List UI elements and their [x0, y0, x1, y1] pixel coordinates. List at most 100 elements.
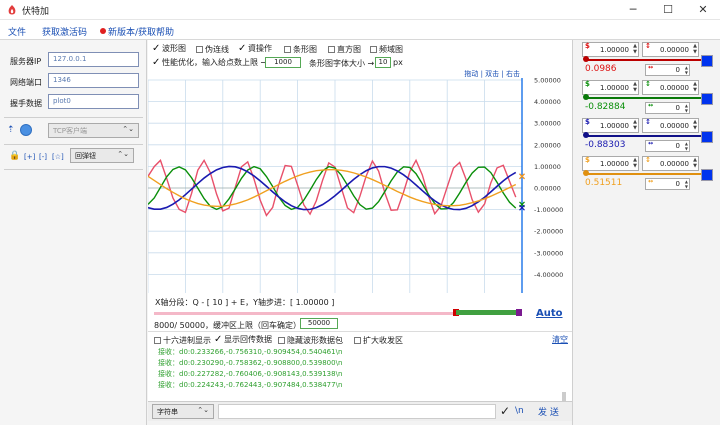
receive-log[interactable]: 接收：d0:0.233266,-0.756310,-0.909454,0.540… [158, 347, 342, 391]
mode-select[interactable]: TCP客户端 ⌃⌄ [48, 123, 139, 138]
offset-icon: ↕ [645, 118, 651, 126]
y-tick-label: 0.00000 [534, 185, 561, 193]
channel-line-handle[interactable] [583, 170, 589, 176]
y-tick-label: -2.00000 [534, 228, 563, 236]
max-points-input[interactable]: 1000 [265, 57, 301, 68]
channel-offset-spinner[interactable]: ↕ 0.00000 ▲ ▼ [642, 42, 699, 57]
visible-range-handle[interactable] [516, 309, 522, 316]
sub-value: 0 [675, 180, 680, 188]
spin-arrows-icon: ▲ ▼ [693, 43, 697, 55]
channel-offset-spinner[interactable]: ↕ 0.00000 ▲ ▼ [642, 80, 699, 95]
menu-help-label: 新版本/获取帮助 [108, 28, 175, 38]
channel-sub-spinner[interactable]: ↔ 0 ▲ ▼ [645, 140, 690, 152]
checkbox-hex-display[interactable]: 十六进制显示 [154, 335, 211, 346]
title-bar: 伏特加 ─ ☐ ✕ [0, 0, 720, 20]
channel-4: $1.00000 ▲ ▼ ↕ 0.00000 ▲ ▼ 0.51511 ↔ 0 ▲ ▼ [579, 154, 717, 194]
window-title: 伏特加 [22, 7, 50, 17]
scale-value: 1.00000 [600, 46, 629, 54]
scale-value: 1.00000 [600, 84, 629, 92]
checkbox-pseudo-line[interactable]: 伪连线 [196, 44, 229, 55]
channel-line-handle[interactable] [583, 132, 589, 138]
y-tick-label: 5.00000 [534, 77, 561, 85]
log-line: 接收：d0:0.233266,-0.756310,-0.909454,0.540… [158, 348, 343, 356]
upload-icon[interactable]: ⇡ [7, 125, 15, 135]
server-ip-input[interactable]: 127.0.0.1 [48, 52, 139, 67]
waveform-chart[interactable]: 5.00000 4.00000 3.00000 2.00000 1.00000 0.000… [147, 68, 572, 301]
channel-sub-spinner[interactable]: ↔ 0 ▲ ▼ [645, 64, 690, 76]
checkbox-waveform[interactable]: ✓ 波形图 [152, 43, 186, 54]
sub-icon: ↔ [648, 64, 654, 71]
channel-color-line [584, 59, 705, 61]
app-logo-icon [8, 5, 16, 15]
check-icon: ✓ [214, 334, 223, 345]
channel-line-handle[interactable] [583, 56, 589, 62]
visible-range-bar[interactable] [456, 310, 518, 315]
spin-arrows-icon: ▲ ▼ [684, 65, 688, 75]
add-plot-button[interactable]: [+] [24, 153, 35, 161]
send-button[interactable]: 发 送 [538, 405, 559, 418]
port-input[interactable]: 1346 [48, 73, 139, 88]
favorite-button[interactable]: [☆] [52, 153, 64, 161]
close-button[interactable]: ✕ [686, 0, 720, 20]
channel-color-swatch[interactable] [701, 93, 713, 105]
log-line: 接收：d0:0.227282,-0.760406,-0.908143,0.539… [158, 370, 343, 378]
send-format-select[interactable]: 字符串 ⌃⌄ [152, 404, 214, 419]
checkbox-show-echo[interactable]: ✓ 显示回传数据 [214, 334, 272, 345]
menu-activate[interactable]: 获取激活码 [42, 25, 87, 38]
channel-offset-spinner[interactable]: ↕ 0.00000 ▲ ▼ [642, 118, 699, 133]
auto-button[interactable]: Auto [536, 308, 563, 319]
scrollbar[interactable] [562, 392, 566, 401]
channel-sub-spinner[interactable]: ↔ 0 ▲ ▼ [645, 102, 690, 114]
channel-line-handle[interactable] [583, 94, 589, 100]
buffer-label: 8000/ 50000，缓冲区上限（回车确定）→ [154, 321, 308, 330]
y-tick-label: -3.00000 [534, 249, 563, 257]
connect-toggle-button[interactable] [20, 124, 32, 136]
clear-button[interactable]: 清空 [552, 334, 568, 345]
divider [4, 144, 143, 145]
y-tick-label: 3.00000 [534, 120, 561, 128]
minimize-button[interactable]: ─ [616, 0, 650, 20]
handshake-input[interactable]: plot0 [48, 94, 139, 109]
checkbox-box [354, 337, 361, 344]
checkbox-expand-area[interactable]: 扩大收发区 [354, 335, 403, 346]
maximize-button[interactable]: ☐ [651, 0, 685, 20]
channel-sub-spinner[interactable]: ↔ 0 ▲ ▼ [645, 178, 690, 190]
checkbox-histogram[interactable]: 直方图 [328, 44, 361, 55]
divider [4, 169, 143, 170]
spin-arrows-icon: ▲ ▼ [633, 157, 637, 169]
offset-value: 0.00000 [660, 84, 689, 92]
checkbox-performance[interactable]: ✓ 性能优化，输入给点数上限 → [152, 57, 267, 68]
channel-color-swatch[interactable] [701, 131, 713, 143]
history-slider-track[interactable] [154, 312, 454, 315]
checkbox-label: 直方图 [337, 45, 361, 54]
channel-scale-spinner[interactable]: $1.00000 ▲ ▼ [582, 42, 639, 57]
channel-color-swatch[interactable] [701, 169, 713, 181]
sub-value: 0 [675, 104, 680, 112]
plot-toolbar: ✓ 波形图 伪连线 ✓ 資操作 条形图 直方图 频域图 ✓ 性能优化，输入给点数上限 … [148, 40, 572, 70]
channel-offset-spinner[interactable]: ↕ 0.00000 ▲ ▼ [642, 156, 699, 171]
checkbox-operation[interactable]: ✓ 資操作 [238, 43, 272, 54]
lock-icon[interactable]: 🔒 [9, 151, 20, 161]
channel-color-swatch[interactable] [701, 55, 713, 67]
checkbox-bar-chart[interactable]: 条形图 [284, 44, 317, 55]
newline-label: \n [515, 406, 524, 416]
y-tick-label: -1.00000 [534, 206, 563, 214]
menu-file[interactable]: 文件 [8, 25, 26, 38]
remove-plot-button[interactable]: [-] [39, 153, 47, 161]
checkbox-frequency[interactable]: 频域图 [370, 44, 403, 55]
checkbox-box [278, 337, 285, 344]
menu-help[interactable]: 新版本/获取帮助 [100, 25, 174, 38]
popup-mode-select[interactable]: 回弹钮 ⌃⌄ [70, 148, 134, 163]
buffer-size-input[interactable]: 50000 [300, 318, 338, 329]
waveform-plot[interactable]: 5.00000 4.00000 3.00000 2.00000 1.00000 0.000… [147, 68, 572, 301]
channel-color-line [584, 97, 705, 99]
channel-scale-spinner[interactable]: $1.00000 ▲ ▼ [582, 80, 639, 95]
channel-scale-spinner[interactable]: $1.00000 ▲ ▼ [582, 118, 639, 133]
send-input[interactable] [218, 404, 496, 419]
channel-scale-spinner[interactable]: $1.00000 ▲ ▼ [582, 156, 639, 171]
checkbox-hide-packets[interactable]: 隐藏波形数据包 [278, 335, 343, 346]
newline-check-icon[interactable]: ✓ [500, 404, 510, 418]
notification-dot [100, 28, 106, 34]
bar-font-size-input[interactable]: 10 [375, 57, 391, 68]
sub-icon: ↔ [648, 140, 654, 147]
